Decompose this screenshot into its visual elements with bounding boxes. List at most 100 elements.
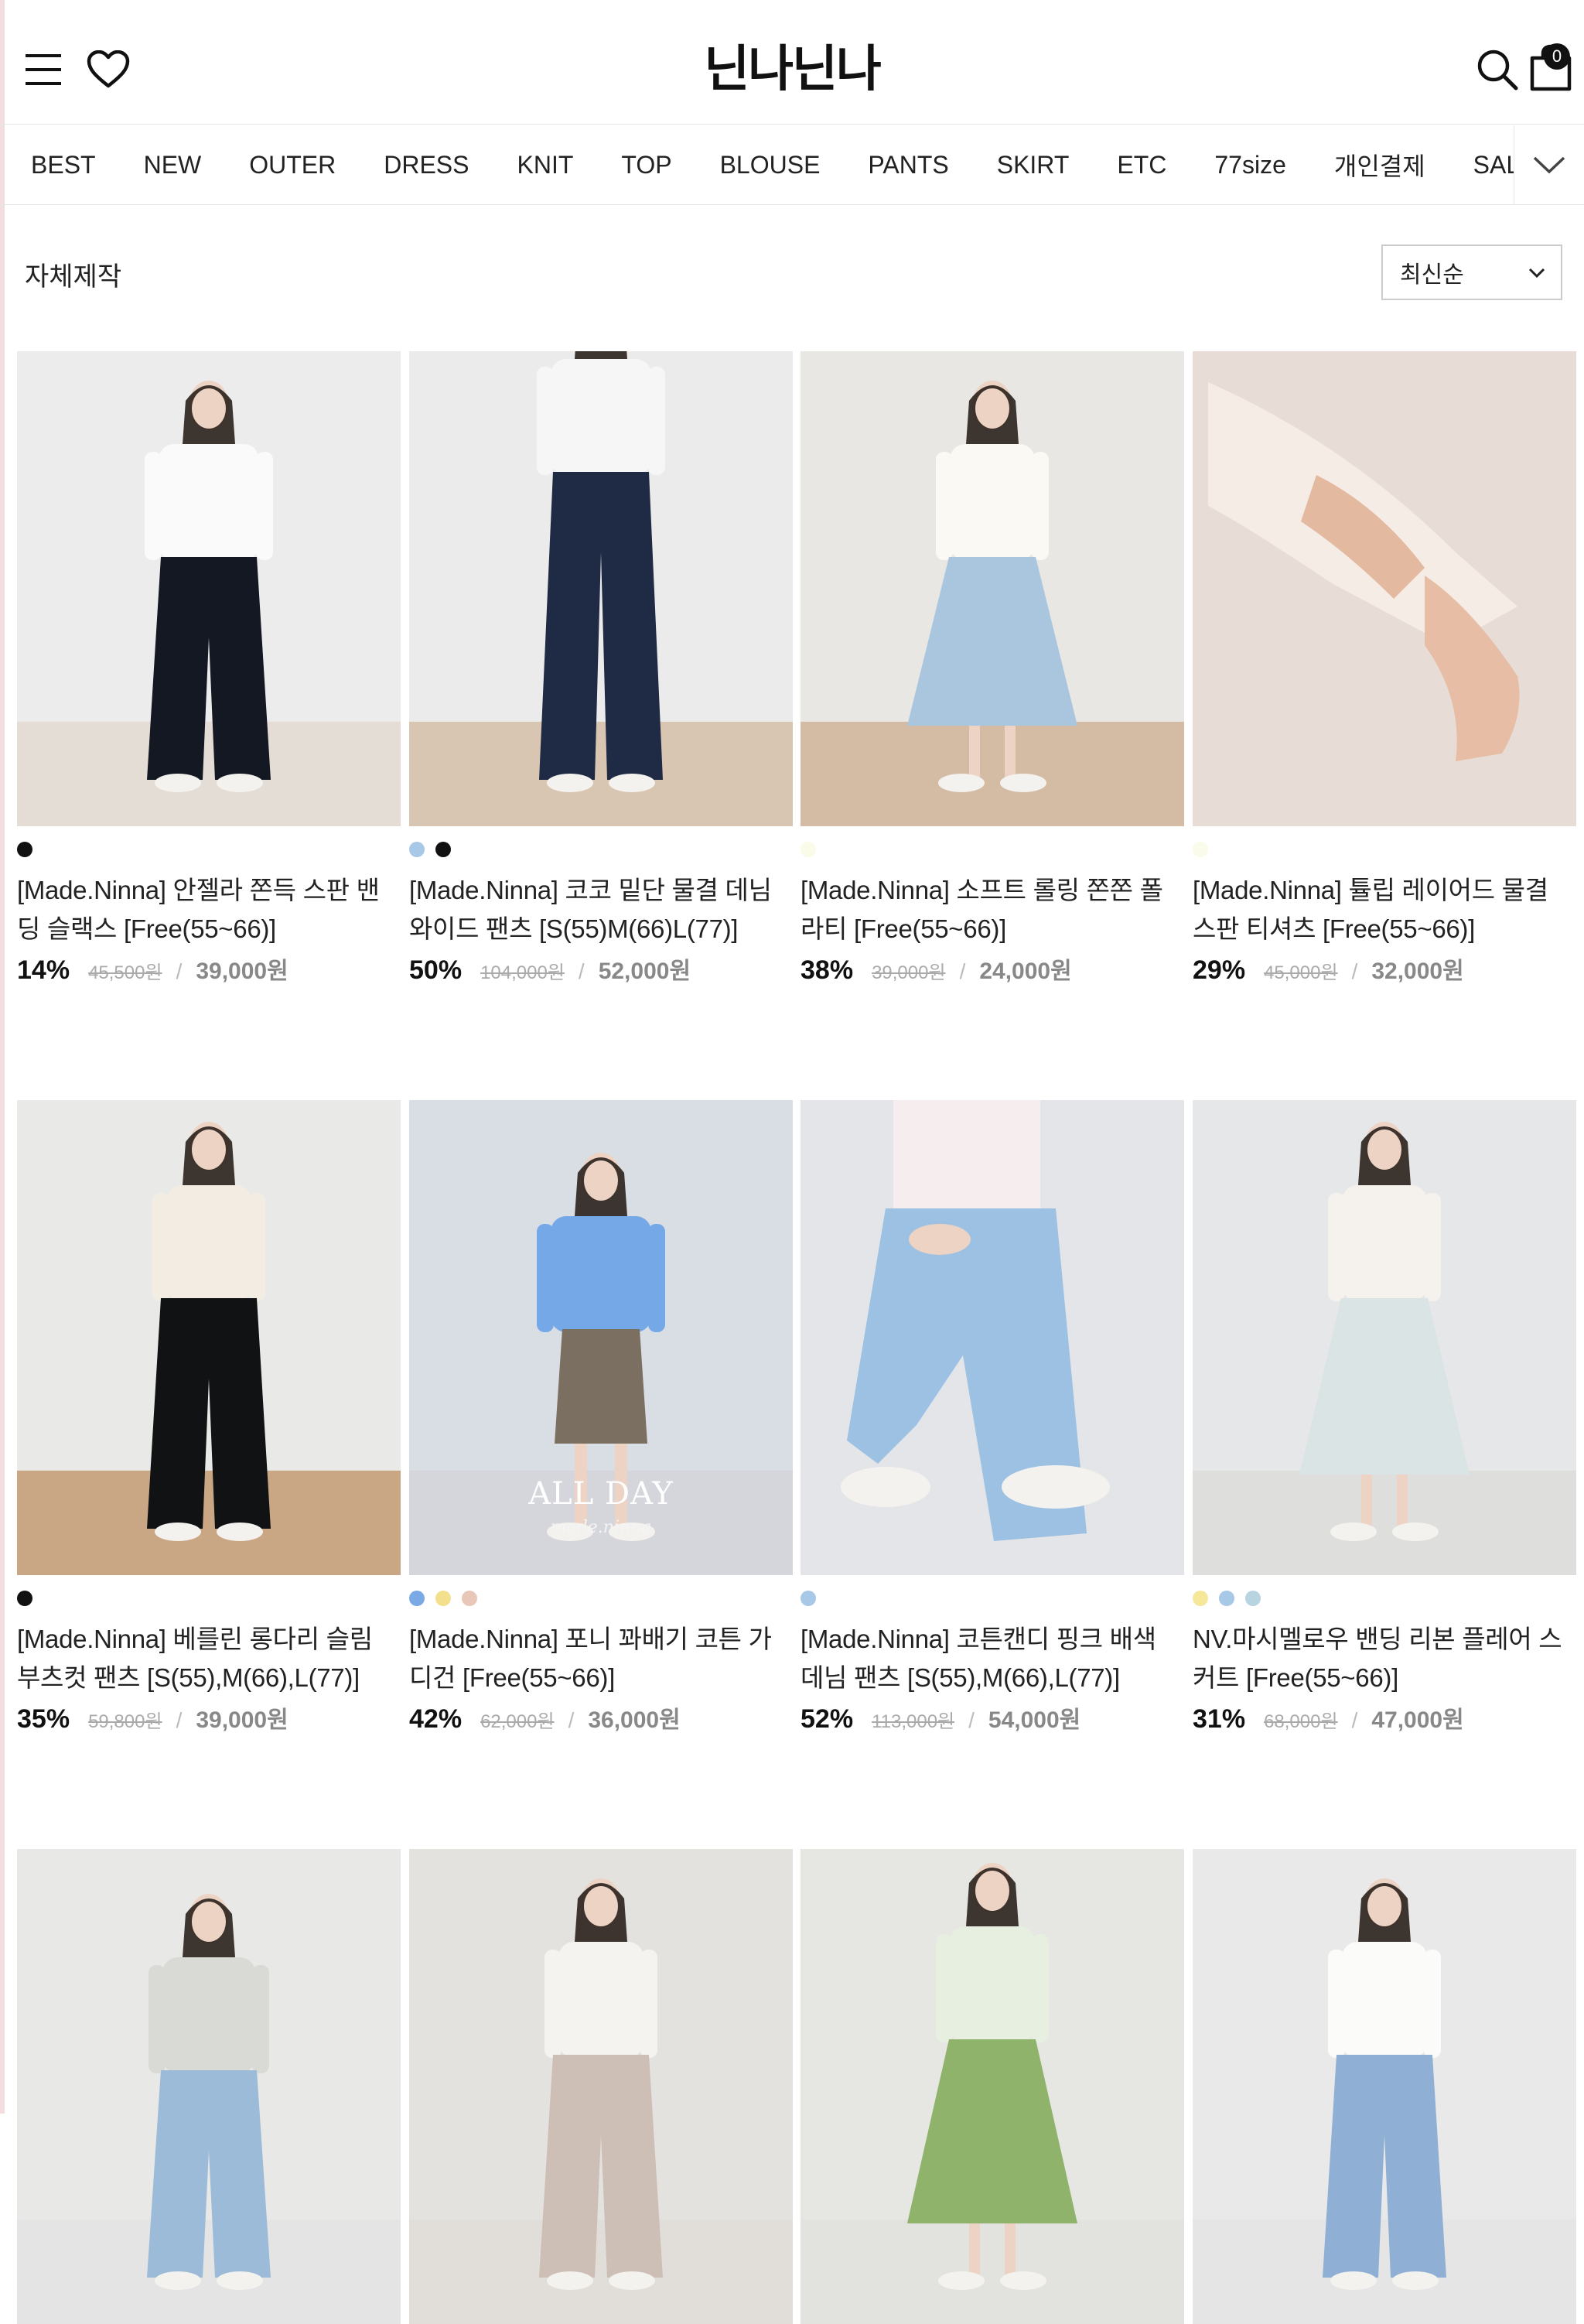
page-edge [0,0,5,2114]
nav-item-0[interactable]: BEST [31,151,96,179]
product-name[interactable]: [Made.Ninna] 튤립 레이어드 물결 스판 티셔츠 [Free(55~… [1193,871,1576,948]
original-price: 104,000원 [480,962,565,983]
product-card[interactable]: NV.마시멜로우 밴딩 리본 플레어 스커트 [Free(55~66)] 31% 6… [1193,1100,1576,1734]
discount-rate: 29% [1193,955,1246,985]
product-card[interactable] [409,1849,793,2324]
product-card[interactable]: [Made.Ninna] 코코 밑단 물결 데님 와이드 팬츠 [S(55)M(… [409,351,793,986]
product-image[interactable] [17,351,401,826]
nav-item-5[interactable]: TOP [621,151,671,179]
color-swatch [1219,1591,1234,1606]
price-divider: / [1351,959,1358,983]
original-price: 113,000원 [872,1711,955,1732]
original-price: 45,500원 [88,962,162,983]
sale-price: 39,000원 [196,1707,288,1733]
nav-item-1[interactable]: NEW [144,151,202,179]
site-logo[interactable]: 닌나닌나 [0,29,1584,101]
price-divider: / [968,1708,975,1732]
product-name[interactable]: [Made.Ninna] 소프트 롤링 쫀쫀 폴라티 [Free(55~66)] [801,871,1184,948]
product-image[interactable] [801,1100,1184,1575]
price-divider: / [568,1708,575,1732]
product-name[interactable]: [Made.Ninna] 베를린 롱다리 슬림 부츠컷 팬츠 [S(55),M(… [17,1620,401,1697]
sort-selected-label: 최신순 [1400,261,1464,289]
nav-item-4[interactable]: KNIT [517,151,573,179]
nav-item-2[interactable]: OUTER [249,151,336,179]
color-swatch [409,1591,425,1606]
nav-item-9[interactable]: ETC [1117,151,1166,179]
color-swatches [409,1591,793,1608]
color-swatches [17,1591,401,1608]
product-image[interactable] [1193,351,1576,826]
cart-count-badge: 0 [1544,43,1570,70]
product-image[interactable] [1193,1100,1576,1575]
product-name[interactable]: [Made.Ninna] 안젤라 쫀득 스판 밴딩 슬랙스 [Free(55~6… [17,871,401,948]
nav-item-8[interactable]: SKIRT [997,151,1070,179]
search-icon[interactable] [1473,45,1522,94]
product-image[interactable] [17,1849,401,2324]
product-image[interactable] [409,1849,793,2324]
original-price: 39,000원 [872,962,946,983]
color-swatch [1193,842,1208,857]
product-image[interactable] [801,351,1184,826]
product-card[interactable]: [Made.Ninna] 튤립 레이어드 물결 스판 티셔츠 [Free(55~… [1193,351,1576,986]
product-image[interactable] [409,351,793,826]
nav-item-7[interactable]: PANTS [868,151,948,179]
price-row: 31% 68,000원 / 47,000원 [1193,1700,1576,1734]
color-swatch [435,842,451,857]
sale-price: 47,000원 [1371,1707,1464,1733]
color-swatch [462,1591,477,1606]
product-image[interactable] [801,1849,1184,2324]
sale-price: 39,000원 [196,959,288,984]
price-row: 35% 59,800원 / 39,000원 [17,1700,401,1734]
category-nav: BEST NEW OUTER DRESS KNIT TOP BLOUSE PANTS SKIRT… [0,125,1584,205]
discount-rate: 35% [17,1704,70,1734]
color-swatch [17,842,32,857]
image-overlay-headline: ALL DAY [528,1476,674,1512]
product-card[interactable]: [Made.Ninna] 베를린 롱다리 슬림 부츠컷 팬츠 [S(55),M(… [17,1100,401,1734]
discount-rate: 42% [409,1704,463,1734]
color-swatches [1193,1591,1576,1608]
product-name[interactable]: [Made.Ninna] 코튼캔디 핑크 배색 데님 팬츠 [S(55),M(6… [801,1620,1184,1697]
product-card[interactable]: [Made.Ninna] 코튼캔디 핑크 배색 데님 팬츠 [S(55),M(6… [801,1100,1184,1734]
nav-item-6[interactable]: BLOUSE [720,151,821,179]
sort-select[interactable]: 최신순 [1381,244,1562,300]
color-swatches [17,842,401,859]
price-row: 29% 45,000원 / 32,000원 [1193,952,1576,986]
price-row: 52% 113,000원 / 54,000원 [801,1700,1184,1734]
price-row: 38% 39,000원 / 24,000원 [801,952,1184,986]
product-card[interactable] [801,1849,1184,2324]
original-price: 45,000원 [1264,962,1338,983]
nav-item-10[interactable]: 77size [1214,151,1286,179]
product-card[interactable] [17,1849,401,2324]
price-divider: / [578,959,585,983]
product-card[interactable]: ALL DAY made.ninna [Made.Ninna] 포니 꽈배기 코튼 … [409,1100,793,1734]
product-name[interactable]: [Made.Ninna] 코코 밑단 물결 데님 와이드 팬츠 [S(55)M(… [409,871,793,948]
color-swatch [801,1591,816,1606]
color-swatch [409,842,425,857]
color-swatch [1245,1591,1261,1606]
sale-price: 54,000원 [988,1707,1081,1733]
discount-rate: 50% [409,955,463,985]
product-image[interactable] [1193,1849,1576,2324]
product-card[interactable] [1193,1849,1576,2324]
nav-more-button[interactable] [1514,125,1584,204]
nav-item-11[interactable]: 개인결제 [1334,147,1425,183]
product-card[interactable]: [Made.Ninna] 소프트 롤링 쫀쫀 폴라티 [Free(55~66)]… [801,351,1184,986]
product-name[interactable]: NV.마시멜로우 밴딩 리본 플레어 스커트 [Free(55~66)] [1193,1620,1576,1697]
original-price: 68,000원 [1264,1711,1338,1732]
price-divider: / [176,1708,183,1732]
product-card[interactable]: [Made.Ninna] 안젤라 쫀득 스판 밴딩 슬랙스 [Free(55~6… [17,351,401,986]
price-divider: / [959,959,966,983]
product-image[interactable] [17,1100,401,1575]
price-divider: / [1351,1708,1358,1732]
sale-price: 52,000원 [598,959,691,984]
product-image[interactable]: ALL DAY made.ninna [409,1100,793,1575]
original-price: 62,000원 [480,1711,555,1732]
discount-rate: 52% [801,1704,854,1734]
color-swatches [1193,842,1576,859]
cart-icon[interactable]: 0 [1524,40,1578,96]
image-overlay-subtext: made.ninna [550,1518,652,1537]
chevron-down-icon [1533,156,1565,174]
nav-item-3[interactable]: DRESS [384,151,469,179]
product-name[interactable]: [Made.Ninna] 포니 꽈배기 코튼 가디건 [Free(55~66)] [409,1620,793,1697]
discount-rate: 38% [801,955,854,985]
